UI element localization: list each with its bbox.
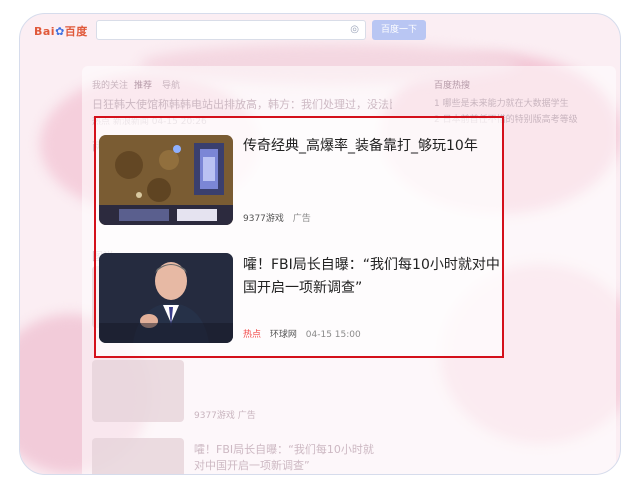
top-bar: Bai✿百度 ◎ 百度一下 (20, 14, 620, 46)
tab-nav[interactable]: 导航 (162, 78, 180, 91)
hot-search-title: 百度热搜 (434, 81, 471, 91)
search-button[interactable]: 百度一下 (372, 20, 426, 40)
baidu-logo[interactable]: Bai✿百度 (34, 23, 88, 39)
paw-icon: ✿ (55, 25, 65, 38)
background-title[interactable]: 嚯！FBI局长自曝：“我们每10小时就对中国开启一项新调查” (194, 442, 384, 474)
tab-follow[interactable]: 我的关注 (92, 78, 128, 91)
hot-item[interactable]: 1 哪些是未来能力就在大数据学生 (434, 96, 569, 109)
highlight-box (94, 116, 504, 358)
logo-text: 百度 (64, 25, 88, 38)
logo-text-prefix: Bai (34, 25, 56, 38)
search-input[interactable]: ◎ (96, 20, 366, 40)
background-thumb (92, 360, 184, 422)
background-thumb (92, 438, 184, 474)
background-ad-meta: 9377游戏 广告 (194, 411, 256, 421)
tab-recommend[interactable]: 推荐 (134, 78, 152, 91)
background-headline[interactable]: 日狂韩大使馆称韩韩电站出排放高，韩方：我们处理过，没法比 (92, 96, 392, 112)
camera-icon[interactable]: ◎ (350, 24, 359, 35)
